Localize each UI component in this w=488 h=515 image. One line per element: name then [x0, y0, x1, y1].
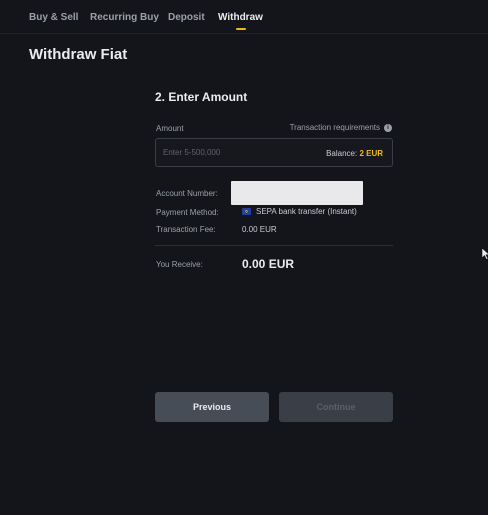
account-number-label: Account Number: — [156, 189, 218, 198]
continue-button[interactable]: Continue — [279, 392, 393, 422]
tab-recurring-buy[interactable]: Recurring Buy — [90, 12, 159, 23]
balance-label: Balance: — [326, 149, 358, 158]
step-title: 2. Enter Amount — [155, 90, 248, 104]
you-receive-label: You Receive: — [156, 260, 203, 269]
payment-method-label: Payment Method: — [156, 208, 219, 217]
transaction-fee-value: 0.00 EUR — [242, 225, 277, 234]
balance-value: 2 EUR — [359, 149, 383, 158]
previous-button[interactable]: Previous — [155, 392, 269, 422]
transaction-requirements-link[interactable]: Transaction requirements i — [290, 123, 392, 132]
info-icon[interactable]: i — [384, 123, 392, 132]
tab-deposit[interactable]: Deposit — [168, 12, 205, 23]
top-navigation: Buy & Sell Recurring Buy Deposit Withdra… — [0, 0, 488, 34]
transaction-fee-label: Transaction Fee: — [156, 225, 216, 234]
payment-method-value: SEPA bank transfer (Instant) — [242, 207, 357, 216]
mouse-cursor-icon — [482, 248, 488, 260]
active-tab-indicator — [236, 28, 246, 30]
you-receive-value: 0.00 EUR — [242, 257, 295, 271]
eu-flag-icon — [242, 208, 251, 215]
page-title: Withdraw Fiat — [29, 46, 128, 63]
transaction-requirements-label: Transaction requirements — [289, 123, 380, 132]
account-number-redacted — [231, 181, 363, 205]
tab-withdraw[interactable]: Withdraw — [218, 12, 263, 23]
divider — [155, 245, 393, 246]
amount-label: Amount — [156, 124, 184, 133]
balance-display: Balance: 2 EUR — [326, 149, 383, 158]
tab-buy-sell[interactable]: Buy & Sell — [29, 12, 78, 23]
payment-method-text: SEPA bank transfer (Instant) — [256, 207, 357, 216]
amount-field-container: Balance: 2 EUR — [155, 138, 393, 167]
amount-input[interactable] — [163, 139, 303, 166]
